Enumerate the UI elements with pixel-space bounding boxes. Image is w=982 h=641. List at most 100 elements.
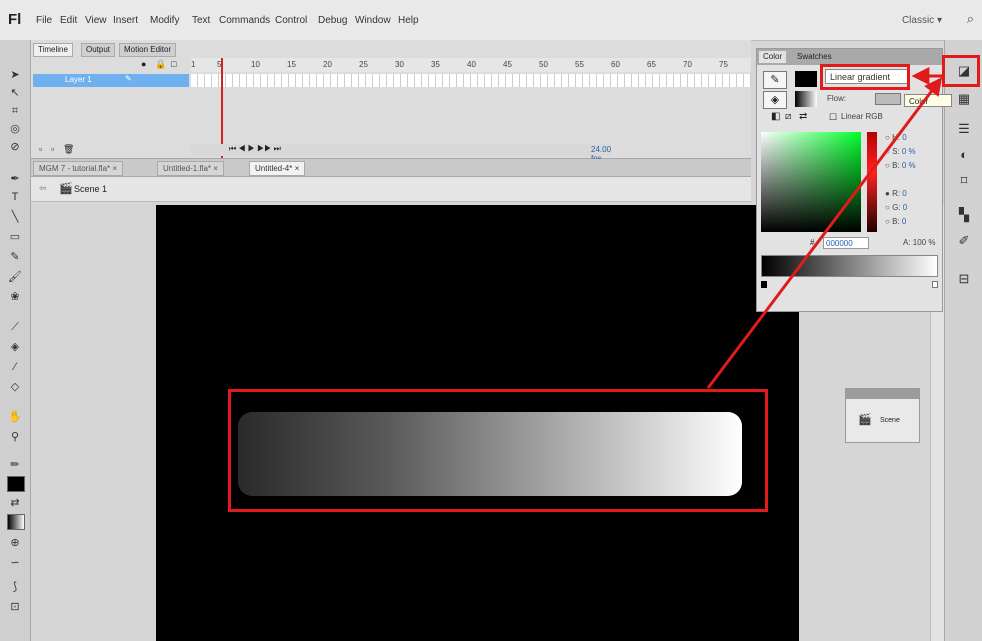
swap-colors-icon[interactable]: ⇄: [7, 496, 23, 510]
swatches-icon[interactable]: ▦: [954, 90, 974, 108]
menu-debug[interactable]: Debug: [318, 15, 347, 26]
bone-tool-icon[interactable]: ⟋: [7, 320, 23, 334]
frame-ruler[interactable]: 1 5 10 15 20 25 30 35 40 45 50 55 60 65 …: [191, 58, 751, 72]
playback-controls-icon[interactable]: ⏮ ◀ ▶ ▶▶ ⏭: [229, 144, 281, 154]
radio-b[interactable]: ○ B: 0 %: [885, 161, 916, 170]
eyedropper-tool-icon[interactable]: ⁄: [7, 360, 23, 374]
align-icon[interactable]: ☰: [954, 120, 974, 138]
options-icon[interactable]: ⊡: [7, 600, 23, 614]
radio-s[interactable]: ○ S: 0 %: [885, 147, 916, 156]
tab-motion-editor[interactable]: Motion Editor: [119, 43, 177, 57]
zoom-tool-icon[interactable]: ⚲: [7, 430, 23, 444]
components-icon[interactable]: ▚: [954, 206, 974, 224]
black-white-icon[interactable]: ◧: [771, 111, 780, 122]
info-icon[interactable]: ◐: [954, 146, 974, 164]
text-tool-icon[interactable]: T: [7, 190, 23, 204]
new-layer-icon[interactable]: ▫: [39, 144, 42, 154]
gradient-preview-bar[interactable]: [761, 255, 938, 277]
radio-label: B:: [892, 217, 900, 226]
layer-name: Layer 1: [65, 75, 92, 84]
radio-blue[interactable]: ○ B: 0: [885, 217, 906, 226]
menu-help[interactable]: Help: [398, 15, 419, 26]
lock-icon[interactable]: 🔒: [155, 59, 166, 70]
menu-modify[interactable]: Modify: [150, 15, 179, 26]
back-arrow-icon[interactable]: ⇦: [39, 183, 47, 194]
hex-input[interactable]: 000000: [823, 237, 869, 249]
no-color-icon[interactable]: ⧄: [785, 111, 791, 122]
doc-tab-untitled-4[interactable]: Untitled-4* ×: [249, 161, 306, 176]
paint-bucket-tool-icon[interactable]: ◈: [7, 340, 23, 354]
scene-panel-label[interactable]: Scene: [880, 417, 900, 424]
radio-h[interactable]: ○ H: 0: [885, 133, 907, 142]
straighten-icon[interactable]: ⟆: [7, 580, 23, 594]
fill-bucket-icon[interactable]: ◈: [763, 91, 787, 109]
stroke-color-icon[interactable]: ✏: [7, 458, 23, 472]
menu-text[interactable]: Text: [192, 15, 210, 26]
brush-tool-icon[interactable]: 🖌: [7, 270, 23, 284]
tab-output[interactable]: Output: [81, 43, 116, 57]
layer-row[interactable]: Layer 1 ✎: [33, 74, 189, 87]
delete-layer-icon[interactable]: 🗑: [63, 144, 74, 155]
flow-select[interactable]: [875, 93, 901, 105]
radio-g[interactable]: ○ G: 0: [885, 203, 907, 212]
transform-icon[interactable]: ⌑: [954, 172, 974, 190]
hand-tool-icon[interactable]: ✋: [7, 410, 23, 424]
doc-tab-untitled-1[interactable]: Untitled-1.fla* ×: [157, 161, 224, 176]
linear-rgb-checkbox[interactable]: ☐: [829, 112, 837, 123]
selection-tool-icon[interactable]: ➤: [7, 68, 23, 82]
menu-edit[interactable]: Edit: [60, 15, 77, 26]
gradient-swatch[interactable]: [7, 514, 25, 530]
h-value[interactable]: 0: [902, 133, 906, 142]
lasso-tool-icon[interactable]: ⊘: [7, 140, 23, 154]
menu-file[interactable]: File: [36, 15, 52, 26]
fill-color-swatch[interactable]: [795, 91, 817, 107]
workspace-switcher[interactable]: Classic ▾: [902, 15, 942, 26]
free-transform-tool-icon[interactable]: ⌗: [7, 104, 23, 118]
menu-window[interactable]: Window: [355, 15, 391, 26]
tab-swatches[interactable]: Swatches: [793, 51, 836, 63]
pencil-tool-icon[interactable]: ✎: [7, 250, 23, 264]
eye-icon[interactable]: ●: [141, 59, 146, 69]
menu-control[interactable]: Control: [275, 15, 307, 26]
s-value[interactable]: 0 %: [902, 147, 916, 156]
swap-colors-icon[interactable]: ⇄: [799, 111, 807, 122]
fill-color-swatch[interactable]: [7, 476, 25, 492]
doc-tab-mgm7[interactable]: MGM 7 - tutorial.fla* ×: [33, 161, 124, 176]
3d-rotation-tool-icon[interactable]: ◎: [7, 122, 23, 136]
line-tool-icon[interactable]: ╲: [7, 210, 23, 224]
library-icon[interactable]: ⊟: [954, 270, 974, 288]
tab-timeline[interactable]: Timeline: [33, 43, 73, 57]
menu-view[interactable]: View: [85, 15, 107, 26]
stroke-color-swatch[interactable]: [795, 71, 817, 87]
search-icon[interactable]: ⌕: [967, 11, 974, 27]
new-folder-icon[interactable]: ▫: [51, 144, 54, 154]
g-value[interactable]: 0: [903, 203, 907, 212]
frames-row[interactable]: [191, 74, 751, 87]
menu-commands[interactable]: Commands: [219, 15, 270, 26]
menu-insert[interactable]: Insert: [113, 15, 138, 26]
color-spectrum[interactable]: [761, 132, 861, 232]
subselection-tool-icon[interactable]: ↖: [7, 86, 23, 100]
outline-icon[interactable]: □: [171, 59, 176, 69]
gradient-stop-black[interactable]: [761, 281, 767, 288]
stroke-pencil-icon[interactable]: ✎: [763, 71, 787, 89]
alpha-value[interactable]: A: 100 %: [903, 238, 935, 247]
hue-slider[interactable]: [867, 132, 877, 232]
pen-tool-icon[interactable]: ✒: [7, 172, 23, 186]
tab-color[interactable]: Color: [759, 51, 787, 63]
blue-value[interactable]: 0: [902, 217, 906, 226]
rectangle-tool-icon[interactable]: ▭: [7, 230, 23, 244]
gradient-stop-white[interactable]: [932, 281, 938, 288]
smooth-icon[interactable]: ∽: [7, 556, 23, 570]
scene-label[interactable]: Scene 1: [74, 184, 107, 194]
deco-tool-icon[interactable]: ❀: [7, 290, 23, 304]
b-value[interactable]: 0 %: [902, 161, 916, 170]
radio-r[interactable]: ● R: 0: [885, 189, 907, 198]
r-value[interactable]: 0: [902, 189, 906, 198]
eraser-tool-icon[interactable]: ◇: [7, 380, 23, 394]
scene-panel-header[interactable]: [846, 389, 919, 399]
code-snippets-icon[interactable]: ✐: [954, 232, 974, 250]
playhead[interactable]: [221, 58, 223, 158]
frame-number: 30: [395, 60, 404, 69]
snap-icon[interactable]: ⊕: [7, 536, 23, 550]
